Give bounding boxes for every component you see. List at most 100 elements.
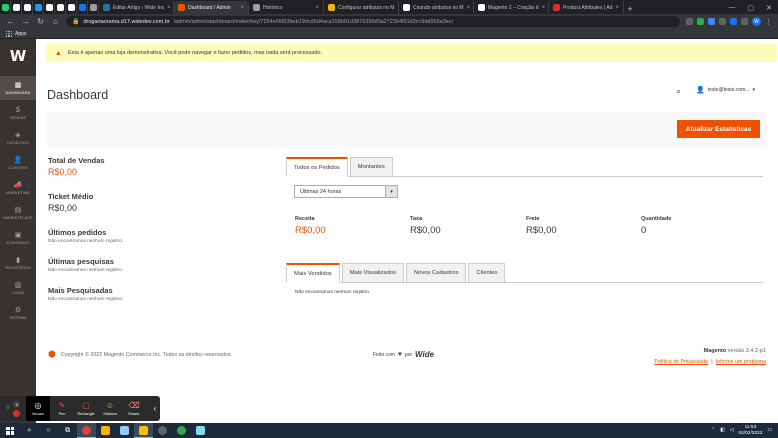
home-icon[interactable]: ⌂: [51, 17, 60, 26]
sidebar-item-vendas[interactable]: $ Vendas: [0, 101, 36, 125]
stop-recording-button[interactable]: [13, 409, 21, 417]
browser-tab[interactable]: [66, 1, 77, 14]
sidebar-item-conteudo[interactable]: ▣ Conteúdo: [0, 226, 36, 250]
back-icon[interactable]: ←: [6, 17, 15, 26]
browser-tab[interactable]: [22, 1, 33, 14]
file-explorer-icon[interactable]: [96, 423, 115, 438]
sidebar-item-dashboard[interactable]: ▦ Dashboard: [0, 76, 36, 100]
notepad-icon[interactable]: [115, 423, 134, 438]
network-icon[interactable]: ◧: [720, 428, 725, 433]
browser-menu-icon[interactable]: ⋮: [765, 18, 772, 26]
browser-tab[interactable]: [11, 1, 22, 14]
recorder-tool-mouse[interactable]: ◎ Mouse: [26, 396, 50, 421]
browser-tab[interactable]: Dashboard / Admin ×: [174, 1, 249, 14]
period-select[interactable]: Últimas 24 horas ▾: [294, 185, 398, 198]
tab-new-customers[interactable]: Novos Cadastros: [406, 263, 467, 283]
tab-all-orders[interactable]: Todos os Pedidos: [286, 157, 348, 177]
volume-icon[interactable]: ◁: [730, 428, 734, 433]
puzzle-icon[interactable]: [741, 18, 748, 25]
browser-tab[interactable]: [55, 1, 66, 14]
extension-icon[interactable]: [730, 18, 737, 25]
wide-logo[interactable]: Wide: [415, 350, 434, 359]
extension-icon[interactable]: [686, 18, 693, 25]
user-menu[interactable]: 👤 teste@teste.com... ▾: [696, 86, 755, 94]
browser-tab[interactable]: Magento 2 – Criação d ×: [474, 1, 549, 14]
extension-icon[interactable]: [708, 18, 715, 25]
last-searches-empty: Não encontramos nenhum registro.: [48, 268, 124, 273]
sidebar-item-relatorios[interactable]: ▮ Relatórios: [0, 251, 36, 275]
browser-tab[interactable]: [44, 1, 55, 14]
sidebar-item-lojas[interactable]: ▥ Lojas: [0, 276, 36, 300]
sticky-notes-icon[interactable]: [134, 423, 153, 438]
tab-most-viewed[interactable]: Mais Visualizados: [341, 263, 404, 283]
search-icon[interactable]: ⌕: [20, 423, 39, 438]
close-tab-icon[interactable]: ×: [542, 5, 546, 11]
tab-bestsellers[interactable]: Mais Vendidos: [286, 263, 340, 283]
browser-tab[interactable]: [0, 1, 11, 14]
sidebar-item-catalogo[interactable]: ◈ Catálogo: [0, 126, 36, 150]
sidebar-item-marketplace[interactable]: ▤ Marketplace: [0, 201, 36, 225]
app-taskbar-icon[interactable]: [153, 423, 172, 438]
bookmark-apps[interactable]: Apps: [15, 31, 26, 37]
tab-customers[interactable]: Clientes: [468, 263, 506, 283]
new-tab-button[interactable]: +: [624, 4, 636, 14]
close-tab-icon[interactable]: ×: [315, 5, 319, 11]
browser-tab[interactable]: Product Attributes | Ad ×: [549, 1, 624, 14]
browser-tab[interactable]: [88, 1, 99, 14]
recorder-tool-pen[interactable]: ✎ Pen: [50, 396, 74, 421]
recorder-tool-stickers[interactable]: ☺ Stickers: [98, 396, 122, 421]
start-button[interactable]: [0, 426, 20, 435]
recorder-tool-eraser[interactable]: ⌫ Eraser: [122, 396, 146, 421]
maximize-icon[interactable]: ▢: [748, 4, 755, 12]
browser-tab[interactable]: [77, 1, 88, 14]
browser-tab[interactable]: Criando atributos no M ×: [399, 1, 474, 14]
privacy-policy-link[interactable]: Política de Privacidade: [654, 359, 708, 365]
collapse-toolbar-icon[interactable]: ‹: [150, 404, 160, 413]
system-clock[interactable]: 11:53 04/02/2022: [738, 425, 762, 436]
chrome-taskbar-icon[interactable]: [77, 423, 96, 438]
last-searches-block: Últimas pesquisas Não encontramos nenhum…: [48, 257, 123, 273]
close-window-icon[interactable]: ✕: [766, 4, 772, 12]
browser-tab[interactable]: [33, 1, 44, 14]
extension-icon[interactable]: [719, 18, 726, 25]
extension-icon[interactable]: [697, 18, 704, 25]
last-orders-empty: Não encontramos nenhum registro.: [48, 239, 124, 244]
reload-icon[interactable]: ↻: [36, 17, 45, 26]
chrome-taskbar-icon[interactable]: [172, 423, 191, 438]
forward-icon[interactable]: →: [21, 17, 30, 26]
address-bar[interactable]: 🔒 drogariaorama.d17.widedev.com.br/admin…: [66, 16, 680, 27]
sidebar-item-label: Clientes: [8, 165, 28, 170]
recorder-tool-rectangle[interactable]: ▢ Rectangle: [74, 396, 98, 421]
notifications-icon[interactable]: ▭: [767, 428, 772, 433]
pause-recording-button[interactable]: II: [13, 400, 21, 408]
chevron-up-icon[interactable]: ⌃: [711, 428, 715, 433]
apps-grid-icon[interactable]: [6, 30, 12, 37]
made-by-credit: Feito com ♥ por Wide: [373, 350, 434, 359]
close-tab-icon[interactable]: ×: [467, 5, 471, 11]
report-issue-link[interactable]: Informe um problema: [716, 359, 766, 365]
refresh-statistics-button[interactable]: Atualizar Estatísticas: [677, 120, 760, 138]
minimize-icon[interactable]: —: [729, 4, 736, 11]
tab-amounts[interactable]: Montantes: [349, 157, 393, 177]
sidebar-item-sistema[interactable]: ⚙ Sistema: [0, 301, 36, 325]
cortana-icon[interactable]: ○: [39, 423, 58, 438]
metric-value: R$0,00: [526, 225, 557, 236]
browser-tab[interactable]: Configurar atributos no M×: [324, 1, 399, 14]
browser-tab[interactable]: Editar Artigo ‹ Wide Ins ×: [99, 1, 174, 14]
close-tab-icon[interactable]: ×: [615, 5, 619, 11]
page-title: Dashboard: [47, 88, 109, 102]
task-view-icon[interactable]: ⧉: [58, 423, 77, 438]
profile-avatar[interactable]: W: [752, 17, 761, 26]
sidebar-item-marketing[interactable]: 📣 Marketing: [0, 176, 36, 200]
close-tab-icon[interactable]: ×: [240, 5, 244, 11]
clock-date: 04/02/2022: [738, 430, 763, 436]
browser-tab[interactable]: Histórico ×: [249, 1, 324, 14]
eraser-icon: ⌫: [128, 400, 140, 410]
sidebar-item-clientes[interactable]: 👤 Clientes: [0, 151, 36, 175]
app-taskbar-icon[interactable]: [191, 423, 210, 438]
magento-logo[interactable]: W: [9, 49, 27, 64]
search-icon[interactable]: ⌕: [676, 86, 681, 97]
grid-tabs: Mais Vendidos Mais Visualizados Novos Ca…: [286, 263, 507, 283]
close-tab-icon[interactable]: ×: [167, 5, 171, 11]
drag-handle-icon[interactable]: ⠿: [6, 405, 10, 412]
